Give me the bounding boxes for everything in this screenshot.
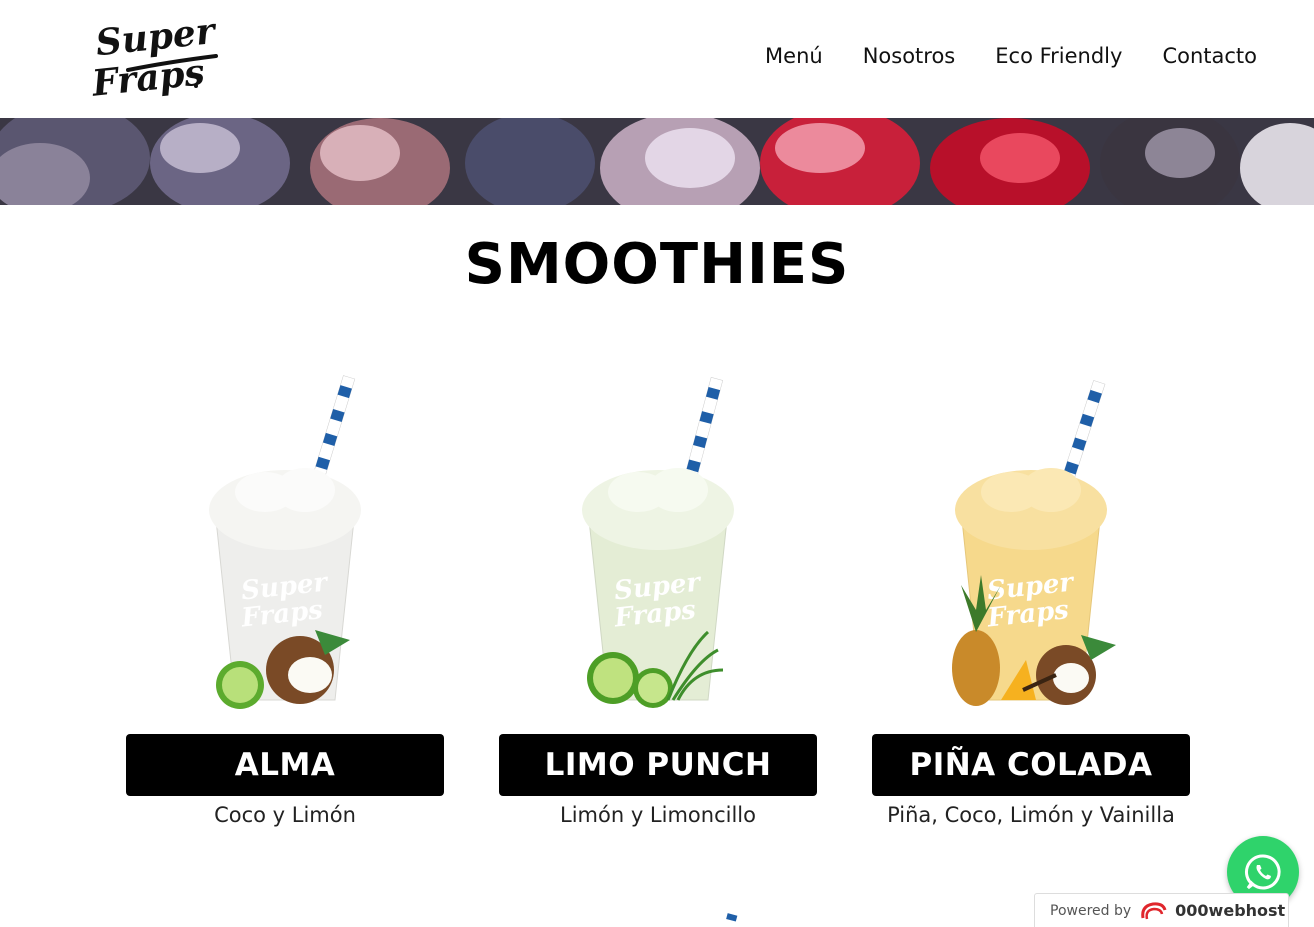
hero-banner bbox=[0, 118, 1314, 205]
section-title: SMOOTHIES bbox=[464, 232, 850, 297]
webhost-logo-icon bbox=[1141, 901, 1167, 919]
product-card-limo-punch[interactable]: Super Fraps LIMO PUNCH Limón y Limoncill… bbox=[499, 370, 817, 840]
product-description: Limón y Limoncillo bbox=[560, 803, 756, 827]
nav-item-eco-friendly[interactable]: Eco Friendly bbox=[995, 44, 1122, 68]
nav-item-nosotros[interactable]: Nosotros bbox=[863, 44, 956, 68]
next-product-straw bbox=[724, 912, 738, 927]
whatsapp-icon bbox=[1245, 854, 1281, 890]
smoothie-cup-image: Super Fraps bbox=[582, 377, 734, 708]
product-card-alma[interactable]: Super Fraps ALMA Coco y Limón bbox=[126, 370, 444, 840]
product-name[interactable]: LIMO PUNCH bbox=[499, 734, 817, 796]
powered-by-label: Powered by bbox=[1050, 902, 1132, 919]
smoothie-cup-image: Super Fraps bbox=[209, 375, 361, 709]
product-card-pina-colada[interactable]: Super Fraps PIÑA COLADA Piña, Coco, Limó… bbox=[872, 370, 1190, 840]
product-name[interactable]: PIÑA COLADA bbox=[872, 734, 1190, 796]
product-description: Coco y Limón bbox=[214, 803, 356, 827]
nav-item-menu[interactable]: Menú bbox=[765, 44, 823, 68]
product-name[interactable]: ALMA bbox=[126, 734, 444, 796]
site-header: Super Fraps Menú Nosotros Eco Friendly C… bbox=[0, 0, 1314, 118]
powered-by-badge[interactable]: Powered by 000webhost bbox=[1034, 893, 1289, 927]
super-fraps-logo[interactable]: Super Fraps bbox=[88, 12, 224, 102]
nav-item-contacto[interactable]: Contacto bbox=[1162, 44, 1257, 68]
main-nav: Menú Nosotros Eco Friendly Contacto bbox=[765, 44, 1257, 68]
host-brand-name: 000webhost bbox=[1175, 901, 1286, 920]
smoothie-cup-image: Super Fraps bbox=[952, 380, 1116, 706]
frozen-fruit-image bbox=[0, 118, 1314, 205]
product-description: Piña, Coco, Limón y Vainilla bbox=[887, 803, 1175, 827]
